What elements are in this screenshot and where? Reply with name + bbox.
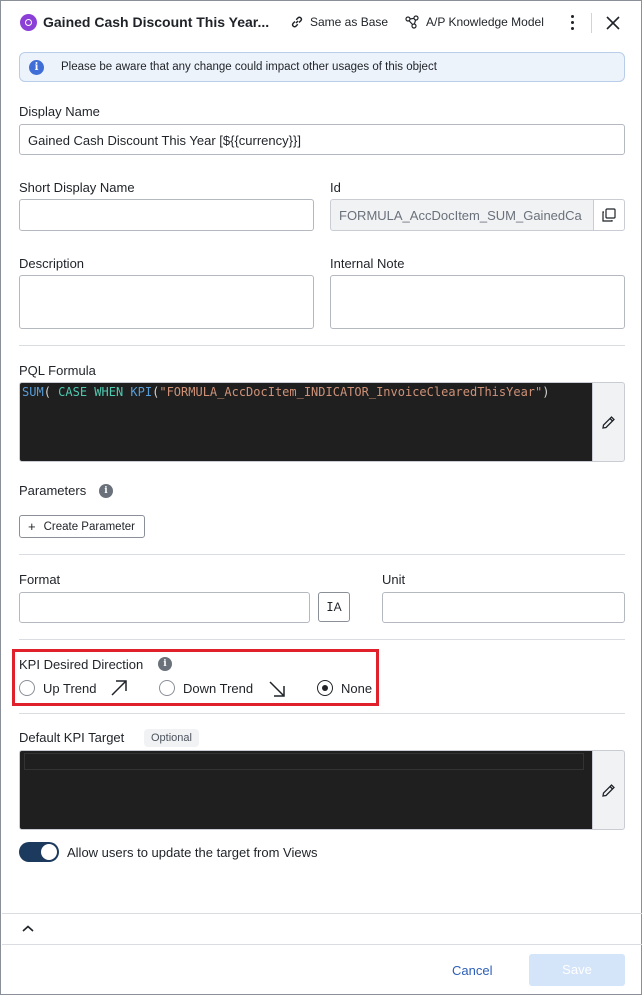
kebab-icon[interactable] bbox=[567, 13, 577, 31]
panel-title: Gained Cash Discount This Year... bbox=[43, 14, 270, 30]
allow-update-target-toggle[interactable] bbox=[19, 842, 59, 862]
optional-badge: Optional bbox=[144, 729, 199, 747]
pql-code-line: SUM( CASE WHEN KPI("FORMULA_AccDocItem_I… bbox=[22, 385, 550, 399]
arrow-up-right-icon bbox=[111, 680, 127, 696]
knowledge-model-label: A/P Knowledge Model bbox=[426, 15, 544, 29]
cancel-button[interactable]: Cancel bbox=[452, 963, 492, 978]
id-label: Id bbox=[330, 180, 341, 195]
plus-icon: + bbox=[28, 519, 36, 534]
internal-note-input[interactable] bbox=[330, 275, 625, 329]
section-divider bbox=[19, 554, 625, 555]
section-divider bbox=[19, 345, 625, 346]
create-parameter-label: Create Parameter bbox=[43, 520, 135, 533]
section-divider bbox=[19, 713, 625, 714]
kpi-direction-label: KPI Desired Direction bbox=[19, 657, 144, 672]
id-input: FORMULA_AccDocItem_SUM_GainedCa bbox=[330, 199, 594, 231]
info-banner: i Please be aware that any change could … bbox=[19, 52, 625, 82]
radio-up-trend[interactable] bbox=[19, 680, 35, 696]
allow-update-target-label: Allow users to update the target from Vi… bbox=[67, 845, 318, 860]
format-input[interactable] bbox=[19, 592, 310, 623]
pql-formula-label: PQL Formula bbox=[19, 363, 96, 378]
formula-icon bbox=[20, 14, 37, 31]
banner-text: Please be aware that any change could im… bbox=[61, 61, 437, 73]
up-trend-label[interactable]: Up Trend bbox=[43, 681, 96, 696]
footer-divider bbox=[2, 913, 642, 914]
same-as-base-button[interactable]: Same as Base bbox=[290, 15, 388, 29]
editor-current-line bbox=[24, 753, 584, 770]
kpi-target-editor[interactable] bbox=[19, 750, 593, 830]
format-picker-button[interactable]: IA bbox=[318, 592, 350, 622]
arrow-down-right-icon bbox=[269, 681, 285, 697]
unit-input[interactable] bbox=[382, 592, 625, 623]
description-label: Description bbox=[19, 256, 85, 271]
kpi-target-label: Default KPI Target bbox=[19, 730, 125, 745]
text-format-icon: I bbox=[326, 600, 334, 614]
radio-down-trend[interactable] bbox=[159, 680, 175, 696]
kpi-edit-panel: Gained Cash Discount This Year... Same a… bbox=[0, 0, 642, 995]
format-button-label: A bbox=[333, 600, 342, 614]
edit-pql-button[interactable] bbox=[592, 382, 625, 462]
radio-none[interactable] bbox=[317, 680, 333, 696]
unit-label: Unit bbox=[382, 572, 406, 587]
short-display-name-input[interactable] bbox=[19, 199, 314, 231]
link-icon bbox=[291, 16, 303, 28]
knowledge-model-button[interactable]: A/P Knowledge Model bbox=[405, 15, 544, 29]
save-button[interactable]: Save bbox=[529, 954, 625, 986]
down-trend-label[interactable]: Down Trend bbox=[183, 681, 253, 696]
format-label: Format bbox=[19, 572, 61, 587]
pql-formula-editor[interactable]: SUM( CASE WHEN KPI("FORMULA_AccDocItem_I… bbox=[19, 382, 593, 462]
section-divider bbox=[19, 639, 625, 640]
short-display-name-label: Short Display Name bbox=[19, 180, 135, 195]
pencil-icon bbox=[602, 784, 615, 797]
edit-kpi-target-button[interactable] bbox=[592, 750, 625, 830]
create-parameter-button[interactable]: + Create Parameter bbox=[19, 515, 145, 538]
display-name-input[interactable]: Gained Cash Discount This Year [${{curre… bbox=[19, 124, 625, 155]
close-icon[interactable] bbox=[604, 14, 622, 32]
info-icon: i bbox=[29, 60, 44, 75]
same-as-base-label: Same as Base bbox=[310, 15, 389, 29]
parameters-label: Parameters bbox=[19, 483, 87, 498]
copy-id-button[interactable] bbox=[593, 199, 625, 231]
description-input[interactable] bbox=[19, 275, 314, 329]
pencil-icon bbox=[602, 416, 615, 429]
internal-note-label: Internal Note bbox=[330, 256, 405, 271]
none-label[interactable]: None bbox=[341, 681, 372, 696]
copy-icon bbox=[602, 208, 616, 222]
chevron-up-icon[interactable] bbox=[21, 924, 35, 934]
footer-divider bbox=[2, 944, 642, 945]
graph-icon bbox=[405, 15, 419, 29]
info-icon[interactable]: i bbox=[158, 657, 172, 671]
info-icon[interactable]: i bbox=[99, 484, 113, 498]
header-separator bbox=[591, 13, 592, 33]
display-name-label: Display Name bbox=[19, 104, 100, 119]
